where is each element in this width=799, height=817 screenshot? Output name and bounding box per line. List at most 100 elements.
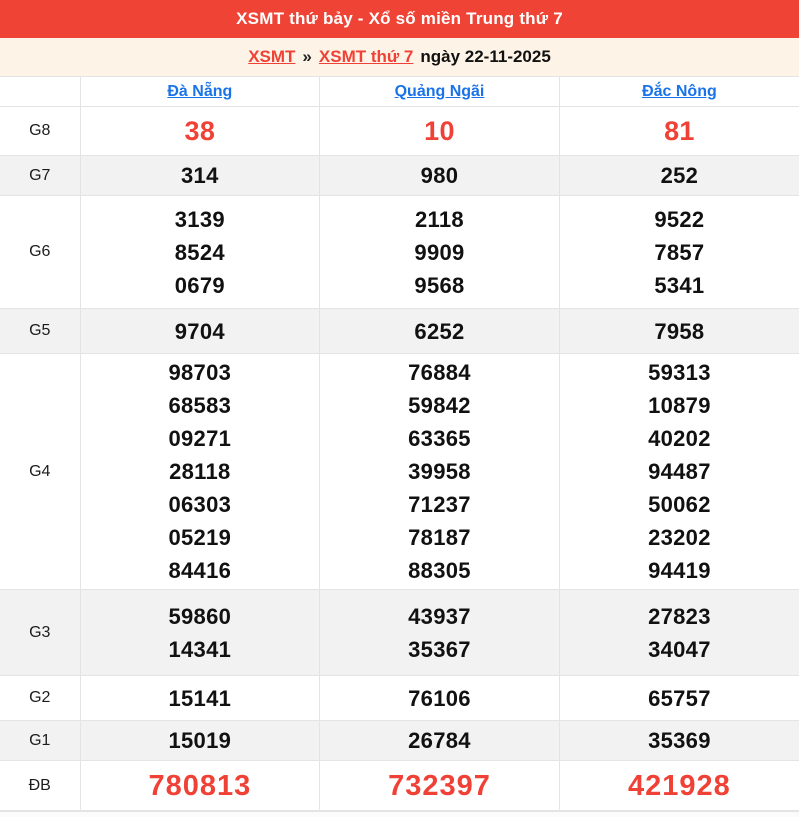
prize-cell: 81: [558, 106, 799, 156]
prize-label: G4: [0, 353, 80, 590]
prize-cell: 76884 59842 63365 39958 71237 78187 88305: [319, 353, 560, 590]
province-link-dac-nong[interactable]: Đắc Nông: [642, 83, 717, 100]
results-body: G8 38 10 81 G7 314 980 252 G6 3139 8524 0679 2118 990…: [0, 106, 799, 811]
prize-number: 38: [184, 116, 216, 146]
app-header: XSMT thứ bảy - Xổ số miền Trung thứ 7: [0, 0, 799, 38]
prize-number: 05219: [168, 525, 232, 550]
prize-number: 28118: [169, 459, 231, 484]
prize-number: 7857: [654, 239, 705, 265]
prize-cell: 2118 9909 9568: [319, 195, 560, 309]
prize-cell: 252: [558, 155, 799, 196]
prize-cell: 15019: [79, 720, 320, 761]
prize-row-G4: G4 98703 68583 09271 28118 06303 05219 84416 768…: [0, 353, 799, 590]
prize-number: 9704: [174, 318, 225, 344]
breadcrumb-link-xsmt-thu-7[interactable]: XSMT thứ 7: [319, 47, 413, 67]
column-header-quang-ngai: Quảng Ngãi: [319, 76, 560, 107]
prize-cell: 9522 7857 5341: [558, 195, 799, 309]
prize-label: G2: [0, 675, 80, 721]
prize-number: 76884: [408, 360, 471, 385]
prize-number: 39958: [408, 459, 471, 484]
prize-cell: 314: [79, 155, 320, 196]
prize-number: 14341: [168, 636, 232, 662]
prize-number: 732397: [388, 769, 491, 802]
prize-cell: 43937 35367: [319, 589, 560, 676]
prize-cell: 10: [319, 106, 560, 156]
prize-number: 68583: [168, 393, 232, 418]
prize-number: 15141: [168, 685, 232, 711]
prize-number: 35367: [408, 636, 471, 662]
prize-number: 421928: [628, 769, 731, 802]
breadcrumb-link-xsmt[interactable]: XSMT: [248, 47, 295, 67]
province-link-da-nang[interactable]: Đà Nẵng: [167, 83, 232, 100]
prize-cell: 780813: [79, 760, 320, 811]
prize-number: 7958: [654, 318, 705, 344]
prize-row-G8: G8 38 10 81: [0, 106, 799, 156]
prize-cell: 35369: [558, 720, 799, 761]
prize-number: 3139: [174, 206, 225, 232]
prize-row-G5: G5 9704 6252 7958: [0, 308, 799, 354]
prize-label: G8: [0, 106, 80, 156]
prize-number: 76106: [408, 685, 471, 711]
prize-number: 314: [181, 163, 219, 188]
column-header-da-nang: Đà Nẵng: [79, 76, 320, 107]
prize-number: 35369: [648, 728, 711, 753]
prize-number: 6252: [414, 318, 465, 344]
prize-number: 0679: [174, 272, 225, 298]
prize-cell: 421928: [558, 760, 799, 811]
prize-number: 94487: [648, 459, 711, 484]
prize-label: G6: [0, 195, 80, 309]
prize-number: 63365: [408, 426, 471, 451]
prize-number: 98703: [168, 360, 232, 385]
prize-number: 10: [424, 116, 455, 146]
breadcrumb-date: ngày 22-11-2025: [420, 47, 551, 66]
prize-row-ĐB: ĐB 780813 732397 421928: [0, 760, 799, 811]
prize-label: G7: [0, 155, 80, 196]
prize-cell: 27823 34047: [558, 589, 799, 676]
prize-row-G3: G3 59860 14341 43937 35367 27823 34047: [0, 589, 799, 676]
prize-number: 2118: [415, 206, 464, 232]
prize-number: 10879: [648, 393, 711, 418]
prize-cell: 76106: [319, 675, 560, 721]
breadcrumb: XSMT » XSMT thứ 7 ngày 22-11-2025: [0, 38, 799, 76]
prize-number: 40202: [648, 426, 711, 451]
prize-row-G6: G6 3139 8524 0679 2118 9909 9568 9522 7857 5341: [0, 195, 799, 309]
prize-cell: 9704: [79, 308, 320, 354]
prize-cell: 980: [319, 155, 560, 196]
table-header-row: Đà Nẵng Quảng Ngãi Đắc Nông: [0, 76, 799, 107]
prize-number: 9568: [414, 272, 465, 298]
prize-cell: 59313 10879 40202 94487 50062 23202 94419: [558, 353, 799, 590]
prize-row-G2: G2 15141 76106 65757: [0, 675, 799, 721]
prize-number: 71237: [408, 492, 471, 517]
prize-cell: 3139 8524 0679: [79, 195, 320, 309]
prize-cell: 59860 14341: [79, 589, 320, 676]
prize-label: G3: [0, 589, 80, 676]
province-link-quang-ngai[interactable]: Quảng Ngãi: [395, 83, 485, 100]
corner-cell: [0, 76, 80, 107]
prize-number: 252: [660, 163, 699, 188]
prize-number: 81: [664, 116, 695, 146]
prize-number: 34047: [648, 636, 711, 662]
prize-number: 65757: [648, 685, 711, 711]
results-table: Đà Nẵng Quảng Ngãi Đắc Nông G8 38 10 81 G7 31…: [0, 76, 799, 811]
prize-number: 09271: [168, 426, 232, 451]
prize-cell: 38: [79, 106, 320, 156]
page-title: XSMT thứ bảy - Xổ số miền Trung thứ 7: [236, 9, 563, 28]
prize-number: 94419: [648, 558, 711, 583]
prize-number: 84416: [168, 558, 232, 583]
prize-label: ĐB: [0, 760, 80, 811]
prize-number: 27823: [648, 603, 711, 629]
prize-number: 43937: [408, 603, 471, 629]
prize-number: 5341: [654, 272, 705, 298]
prize-number: 9909: [414, 239, 465, 265]
prize-number: 8524: [174, 239, 225, 265]
prize-number: 9522: [654, 206, 705, 232]
prize-label: G5: [0, 308, 80, 354]
prize-number: 06303: [168, 492, 232, 517]
prize-number: 59313: [648, 360, 711, 385]
prize-cell: 7958: [558, 308, 799, 354]
prize-number: 59860: [168, 603, 232, 629]
prize-cell: 15141: [79, 675, 320, 721]
prize-number: 23202: [648, 525, 711, 550]
prize-number: 78187: [408, 525, 471, 550]
prize-cell: 6252: [319, 308, 560, 354]
